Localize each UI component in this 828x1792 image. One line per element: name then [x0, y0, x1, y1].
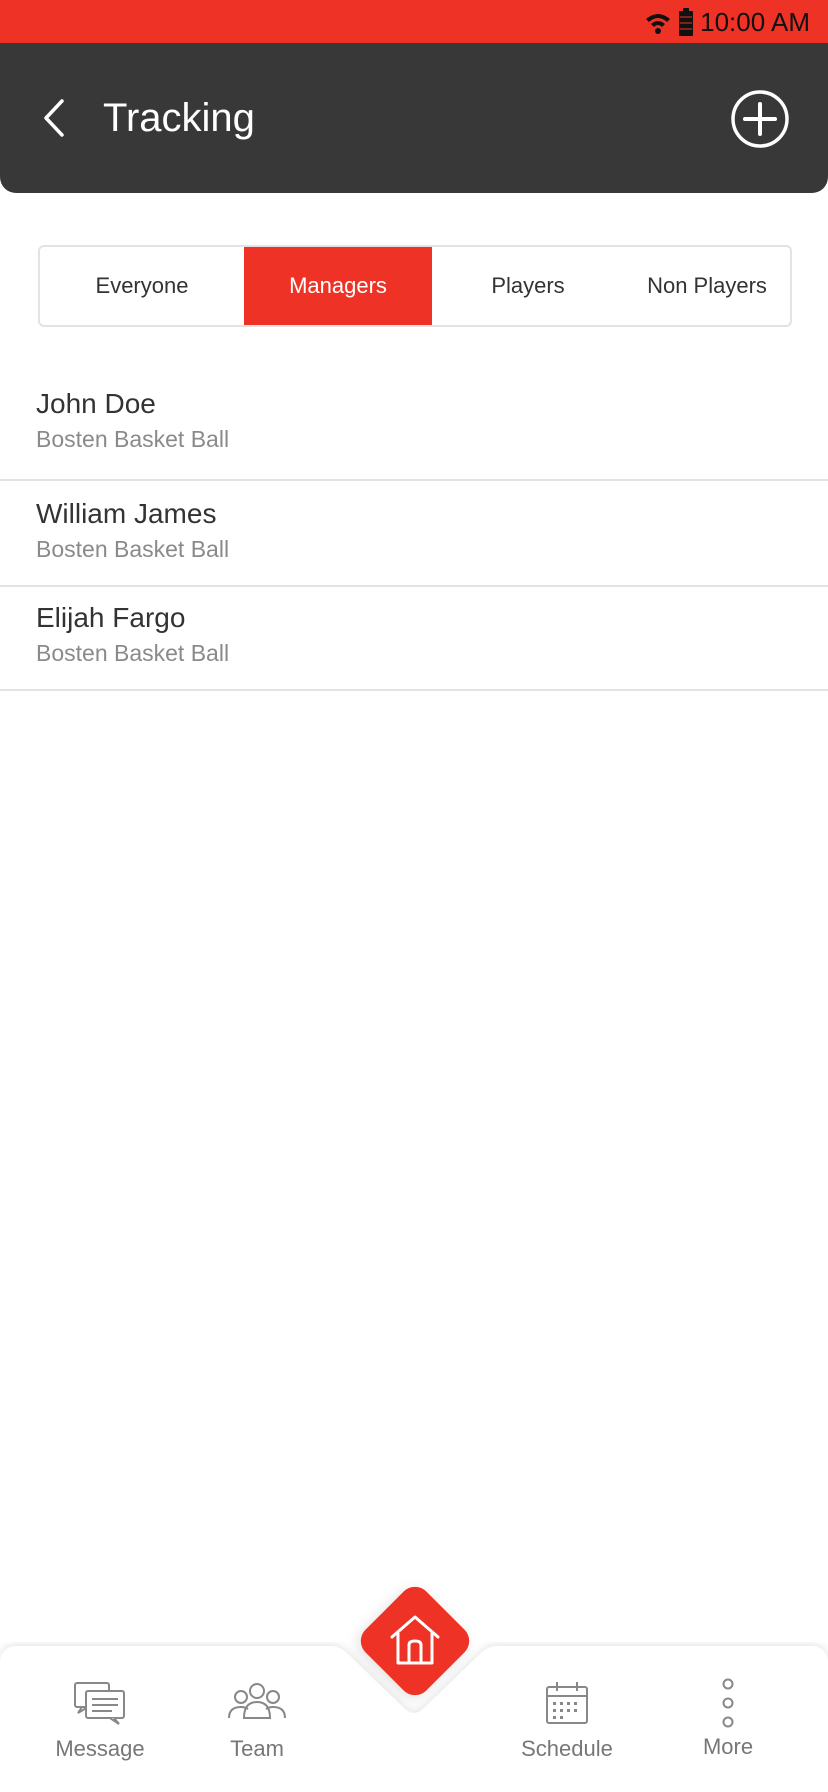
list-item[interactable]: John Doe Bosten Basket Ball — [0, 370, 828, 481]
message-icon — [74, 1682, 125, 1725]
page-title: Tracking — [103, 96, 255, 140]
tab-players[interactable]: Players — [432, 247, 624, 325]
person-name: William James — [36, 498, 217, 529]
status-bar: 10:00 AM — [0, 0, 828, 43]
wifi-icon — [646, 14, 671, 34]
tab-non-players[interactable]: Non Players — [624, 247, 790, 325]
list-item[interactable]: William James Bosten Basket Ball — [0, 481, 828, 587]
calendar-icon — [546, 1682, 588, 1724]
team-icon — [228, 1683, 286, 1719]
person-team: Bosten Basket Ball — [36, 536, 230, 562]
person-team: Bosten Basket Ball — [36, 640, 230, 666]
chevron-left-icon — [44, 99, 64, 137]
add-button[interactable] — [730, 89, 790, 149]
nav-schedule-label: Schedule — [521, 1736, 613, 1761]
nav-team[interactable]: Team — [207, 1680, 307, 1762]
nav-team-label: Team — [230, 1736, 284, 1761]
tab-everyone[interactable]: Everyone — [40, 247, 244, 325]
app-header: Tracking — [0, 43, 828, 193]
status-time: 10:00 AM — [700, 6, 810, 37]
nav-more[interactable]: More — [678, 1678, 778, 1760]
nav-schedule[interactable]: Schedule — [512, 1680, 622, 1762]
nav-more-label: More — [702, 1734, 754, 1759]
back-button[interactable] — [34, 95, 74, 141]
plus-circle-icon — [731, 90, 789, 148]
list-item[interactable]: Elijah Fargo Bosten Basket Ball — [0, 587, 828, 691]
tab-managers[interactable]: Managers — [244, 247, 432, 325]
person-team: Bosten Basket Ball — [36, 426, 230, 452]
more-vertical-icon — [722, 1678, 734, 1728]
home-icon — [390, 1615, 440, 1665]
filter-segmented-control: Everyone Managers Players Non Players — [38, 245, 792, 327]
people-list: John Doe Bosten Basket Ball William Jame… — [0, 370, 828, 691]
person-name: Elijah Fargo — [36, 602, 186, 633]
battery-icon — [679, 8, 694, 36]
nav-message[interactable]: Message — [50, 1680, 150, 1762]
person-name: John Doe — [36, 388, 156, 419]
nav-message-label: Message — [55, 1736, 145, 1761]
